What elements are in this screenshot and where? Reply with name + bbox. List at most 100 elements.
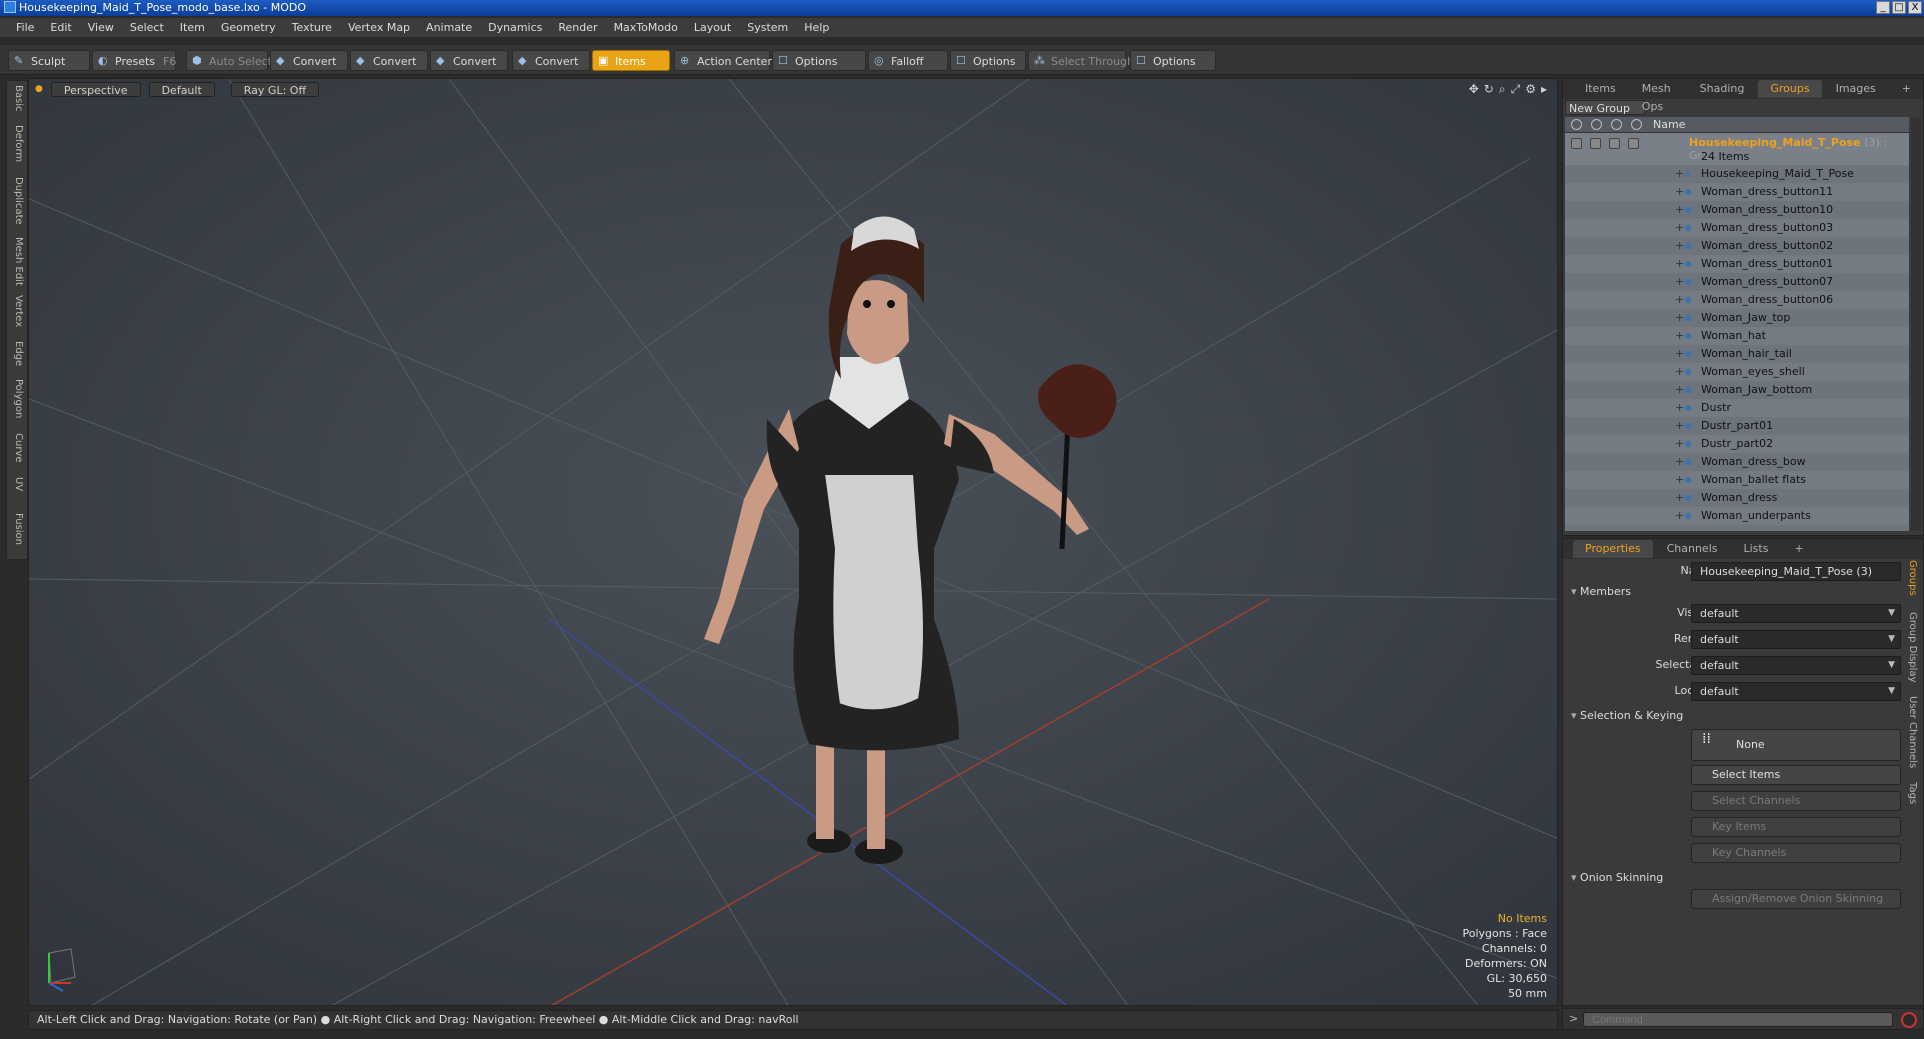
menu-select[interactable]: Select	[122, 18, 172, 38]
list-item[interactable]: + ◈ Woman_eyes_shell	[1565, 363, 1909, 381]
tab-basic[interactable]: Basic	[10, 85, 24, 111]
render-column-icon[interactable]	[1591, 119, 1602, 130]
menu-layout[interactable]: Layout	[686, 18, 739, 38]
tab-properties[interactable]: Properties	[1573, 540, 1653, 558]
menu-edit[interactable]: Edit	[42, 18, 79, 38]
list-item[interactable]: + ◈ Dustr	[1565, 399, 1909, 417]
tab-edge[interactable]: Edge	[10, 341, 24, 366]
3d-viewport[interactable]: ● Perspective Default Ray GL: Off ✥ ↻ ⌕ …	[28, 78, 1558, 1006]
stop-icon[interactable]	[1901, 1012, 1917, 1028]
add-tab-button[interactable]: +	[1782, 540, 1815, 558]
side-tab-groups[interactable]: Groups	[1904, 560, 1918, 596]
list-item[interactable]: + ◈ Woman_Jaw_top	[1565, 309, 1909, 327]
list-item[interactable]: + ◈ Woman_dress_button10	[1565, 201, 1909, 219]
view-type-dropdown[interactable]: Perspective	[50, 81, 141, 97]
selectable-column-icon[interactable]	[1611, 119, 1622, 130]
side-tab-tags[interactable]: Tags	[1904, 782, 1918, 804]
menu-vertex-map[interactable]: Vertex Map	[340, 18, 418, 38]
selection-keying-section[interactable]: Selection & Keying	[1571, 709, 1683, 722]
tab-uv[interactable]: UV	[10, 477, 24, 491]
select-through-button[interactable]: ⁂ Select Through	[1028, 50, 1134, 71]
fit-icon[interactable]: ⤢	[1511, 82, 1521, 97]
key-items-button[interactable]: Key Items	[1691, 817, 1901, 837]
selectable-dropdown[interactable]: default ▼	[1691, 656, 1901, 675]
list-item[interactable]: + ◈ Woman_dress_button01	[1565, 255, 1909, 273]
presets-button[interactable]: ◐ Presets F6	[92, 50, 176, 71]
tab-fusion[interactable]: Fusion	[10, 513, 24, 545]
tab-lists[interactable]: Lists	[1732, 540, 1781, 558]
action-center-options-button[interactable]: ☐ Options	[772, 50, 866, 71]
list-item[interactable]: + ◈ Woman_dress_bow	[1565, 453, 1909, 471]
convert-button-2[interactable]: ◆ Convert	[350, 50, 428, 71]
viewport-menu-dot[interactable]: ●	[35, 84, 43, 94]
tab-polygon[interactable]: Polygon	[10, 379, 24, 418]
menu-item[interactable]: Item	[172, 18, 213, 38]
list-item[interactable]: + ◈ Woman_dress_button03	[1565, 219, 1909, 237]
convert-button-1[interactable]: ◆ Convert	[270, 50, 348, 71]
menu-system[interactable]: System	[739, 18, 796, 38]
lock-column-icon[interactable]	[1631, 119, 1642, 130]
zoom-icon[interactable]: ⌕	[1499, 82, 1506, 97]
side-tab-user-channels[interactable]: User Channels	[1904, 696, 1918, 768]
close-button[interactable]: X	[1908, 1, 1922, 14]
none-button[interactable]: ⁞⁞ None	[1691, 729, 1901, 761]
sculpt-button[interactable]: ✎ Sculpt	[8, 50, 90, 71]
tab-deform[interactable]: Deform	[10, 125, 24, 162]
minimize-button[interactable]: _	[1876, 1, 1890, 14]
menu-animate[interactable]: Animate	[418, 18, 480, 38]
menu-geometry[interactable]: Geometry	[213, 18, 284, 38]
list-item[interactable]: + ◈ Woman_dress_button06	[1565, 291, 1909, 309]
convert-button-3[interactable]: ◆ Convert	[430, 50, 508, 71]
tab-mesh-ops[interactable]: Mesh Ops	[1630, 80, 1686, 113]
tab-groups[interactable]: Groups	[1758, 80, 1822, 98]
list-item[interactable]: + ◈ Woman_dress_button11	[1565, 183, 1909, 201]
select-options-button[interactable]: ☐ Options	[1130, 50, 1216, 71]
list-item[interactable]: + ◈ Woman_ballet flats	[1565, 471, 1909, 489]
list-item[interactable]: + ◈ Dustr_part02	[1565, 435, 1909, 453]
command-input[interactable]	[1583, 1012, 1893, 1027]
auto-select-button[interactable]: ⬢ Auto Select	[186, 50, 272, 71]
side-tab-group-display[interactable]: Group Display	[1904, 612, 1918, 682]
menu-render[interactable]: Render	[550, 18, 605, 38]
select-items-button[interactable]: Select Items	[1691, 765, 1901, 785]
list-item[interactable]: + ◈ Woman_underpants	[1565, 507, 1909, 525]
items-mode-button[interactable]: ▣ Items	[592, 50, 670, 71]
tab-items[interactable]: Items	[1573, 80, 1628, 98]
rotate-icon[interactable]: ↻	[1484, 82, 1494, 97]
render-icon[interactable]	[1590, 138, 1601, 149]
members-section[interactable]: Members	[1571, 585, 1631, 598]
shading-dropdown[interactable]: Default	[148, 81, 215, 97]
locked-dropdown[interactable]: default ▼	[1691, 682, 1901, 701]
list-item[interactable]: + ◈ Dustr_part01	[1565, 417, 1909, 435]
falloff-options-button[interactable]: ☐ Options	[950, 50, 1026, 71]
list-item[interactable]: + ◈ Woman_dress_button02	[1565, 237, 1909, 255]
list-item[interactable]: + ◈ Woman_hat	[1565, 327, 1909, 345]
menu-maxtomodo[interactable]: MaxToModo	[606, 18, 686, 38]
list-item[interactable]: + ◈ Woman_dress_button07	[1565, 273, 1909, 291]
gear-icon[interactable]: ⚙	[1525, 82, 1536, 97]
select-channels-button[interactable]: Select Channels	[1691, 791, 1901, 811]
name-field[interactable]: Housekeeping_Maid_T_Pose (3)	[1691, 562, 1901, 581]
arrow-right-icon[interactable]: ▸	[1541, 82, 1547, 97]
falloff-button[interactable]: ◎ Falloff	[868, 50, 948, 71]
key-channels-button[interactable]: Key Channels	[1691, 843, 1901, 863]
list-item[interactable]: + ◈ Woman_Jaw_bottom	[1565, 381, 1909, 399]
tab-channels[interactable]: Channels	[1655, 540, 1730, 558]
maximize-button[interactable]: □	[1892, 1, 1906, 14]
tab-vertex[interactable]: Vertex	[10, 295, 24, 327]
menu-view[interactable]: View	[80, 18, 122, 38]
tab-images[interactable]: Images	[1824, 80, 1888, 98]
onion-skinning-section[interactable]: Onion Skinning	[1571, 871, 1663, 884]
visibility-column-icon[interactable]	[1571, 119, 1582, 130]
tab-duplicate[interactable]: Duplicate	[10, 177, 24, 225]
raygl-dropdown[interactable]: Ray GL: Off	[230, 81, 320, 97]
render-dropdown[interactable]: default ▼	[1691, 630, 1901, 649]
action-center-button[interactable]: ⊕ Action Center	[674, 50, 772, 71]
menu-texture[interactable]: Texture	[284, 18, 340, 38]
name-column-header[interactable]: Name	[1653, 118, 1685, 131]
new-group-button[interactable]: New Group	[1565, 100, 1645, 115]
group-row[interactable]: Housekeeping_Maid_T_Pose (3) : Gr... 24 …	[1565, 133, 1909, 165]
menu-help[interactable]: Help	[796, 18, 837, 38]
pan-icon[interactable]: ✥	[1469, 82, 1479, 97]
list-item[interactable]: + ◈ Woman_dress	[1565, 489, 1909, 507]
